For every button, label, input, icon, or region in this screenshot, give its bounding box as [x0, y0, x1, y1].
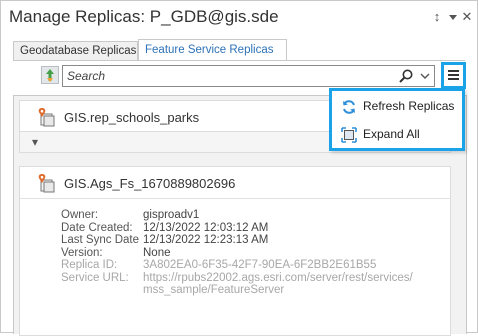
tab-geodatabase-replicas[interactable]: Geodatabase Replicas — [13, 41, 138, 60]
replica-card[interactable]: GIS.Ags_Fs_1670889802696 Owner: gisproad… — [19, 166, 451, 336]
replica-icon — [37, 107, 55, 127]
replica-name: GIS.Ags_Fs_1670889802696 — [64, 176, 236, 191]
property-label: Date Created: — [61, 221, 133, 234]
options-menu-button[interactable] — [441, 62, 466, 89]
expand-icon — [341, 127, 357, 143]
options-flyout-menu: Refresh Replicas Expand All — [329, 88, 465, 151]
tab-feature-service-replicas[interactable]: Feature Service Replicas — [138, 39, 287, 60]
search-input[interactable] — [66, 68, 387, 84]
pin-icon[interactable]: ↕ — [429, 8, 445, 26]
menu-item-label: Expand All — [363, 127, 420, 141]
property-value: gisproadv1 — [143, 209, 200, 221]
refresh-icon — [341, 99, 357, 115]
property-label: Service URL: — [61, 271, 129, 284]
property-value: 12/13/2022 12:23:13 AM — [143, 234, 269, 246]
chevron-down-icon[interactable]: ▾ — [32, 135, 38, 149]
close-icon[interactable]: ✕ — [459, 8, 475, 26]
replica-icon — [37, 173, 55, 193]
manage-replicas-pane: Manage Replicas: P_GDB@gis.sde ↕ ✕ Geoda… — [0, 0, 478, 336]
property-value: 12/13/2022 12:03:12 AM — [143, 221, 269, 234]
property-value: None — [143, 246, 171, 259]
property-label: Last Sync Date — [61, 234, 139, 246]
upload-icon[interactable] — [41, 66, 59, 84]
search-dropdown-icon[interactable] — [419, 69, 431, 83]
pane-title: Manage Replicas: P_GDB@gis.sde — [9, 7, 279, 26]
property-label: Owner: — [61, 209, 99, 221]
pane-title-bar: Manage Replicas: P_GDB@gis.sde ↕ ✕ — [1, 1, 477, 35]
menu-item-label: Refresh Replicas — [363, 99, 455, 113]
card-divider — [20, 198, 450, 199]
property-value: https://rpubs22002.ags.esri.com/server/r… — [143, 271, 413, 284]
property-value: mss_sample/FeatureServer — [143, 284, 285, 296]
menu-item-refresh-replicas[interactable]: Refresh Replicas — [332, 95, 462, 119]
property-label: Version: — [61, 246, 103, 259]
menu-item-expand-all[interactable]: Expand All — [332, 123, 462, 147]
property-value: 3A802EA0-6F35-42F7-90EA-6F2BB2E61B55 — [143, 259, 377, 271]
replica-name: GIS.rep_schools_parks — [64, 110, 200, 125]
search-box — [62, 65, 435, 87]
property-label: Replica ID: — [61, 259, 118, 271]
tab-underline — [13, 60, 465, 61]
search-icon[interactable] — [398, 68, 414, 84]
